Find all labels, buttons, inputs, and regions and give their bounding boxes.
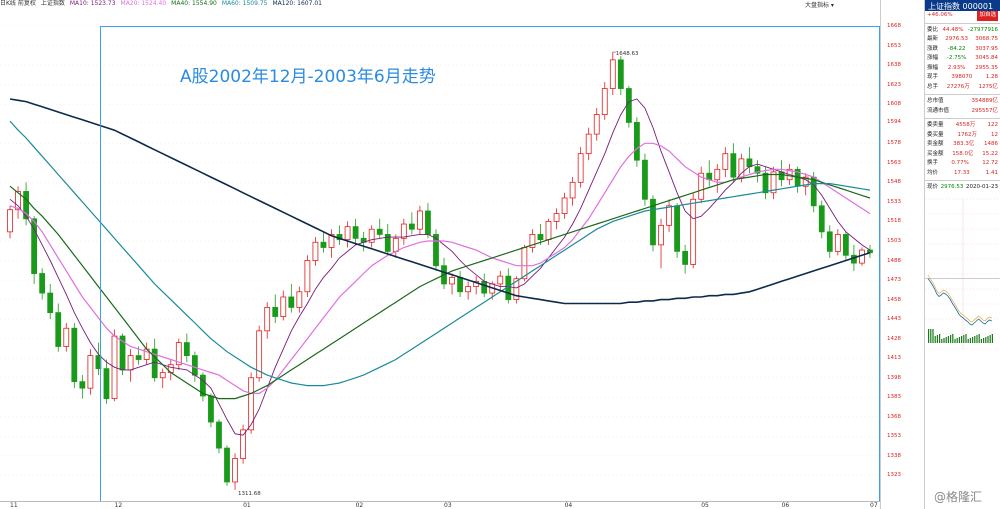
indicator-toolbar[interactable]: 大盘指标 ▾ [805, 0, 885, 9]
mini-price: 2976.53 [940, 184, 964, 190]
price-tick: 1473 [887, 277, 901, 284]
price-tick: 1323 [887, 472, 901, 479]
quote-row: 涨幅 -2.75% 3045.84 [927, 55, 998, 61]
candle[interactable] [39, 268, 46, 300]
quote-row: 流通市值 295557亿 [927, 107, 998, 114]
date-tick: 02 [355, 502, 364, 509]
candle[interactable] [55, 303, 62, 352]
candle[interactable] [79, 375, 86, 399]
price-tick: 1638 [887, 62, 901, 69]
panel-title: 上证指数 000001 [925, 0, 1000, 11]
date-tick: 01 [243, 502, 251, 509]
price-tick: 1653 [887, 42, 901, 49]
price-tick: 1368 [887, 413, 901, 420]
legend-item: MA10: 1523.73 [69, 0, 116, 7]
price-tick: 1458 [887, 296, 901, 303]
candle[interactable] [63, 323, 70, 352]
intraday-price-line [927, 277, 992, 325]
legend-item: MA40: 1554.90 [171, 0, 217, 7]
date-tick: 11 [10, 502, 18, 509]
price-tick: 1563 [887, 159, 901, 166]
quote-row: 总市值 354889亿 [927, 98, 998, 104]
date-tick: 03 [444, 502, 452, 509]
price-tick: 1428 [887, 335, 901, 342]
price-axis: 1668 1653 1638 1623 1608 1594 1578 1563 1548 1533… [880, 0, 924, 509]
quote-row: 最新 2976.53 3068.75 [927, 36, 998, 42]
price-tick: 1594 [887, 119, 901, 126]
candle[interactable] [47, 283, 54, 320]
quote-row: 换手 0.77% 12.72 [927, 160, 998, 166]
price-tick: 1608 [887, 101, 901, 108]
price-tick: 1443 [887, 316, 901, 323]
quote-row: 卖金额 383.3亿 1486 [927, 141, 998, 147]
candle[interactable] [7, 205, 13, 239]
legend-item: MA120: 1607.01 [272, 0, 322, 7]
price-tick: 1503 [887, 237, 901, 244]
quote-panel: 上证指数 000001 +46.06% 加自选 委比 44.48% -27977916… [924, 0, 1000, 509]
quote-row: 委卖量 4558万 122 [927, 122, 998, 128]
price-tick: 1413 [887, 355, 901, 362]
quote-row: 委比 44.48% -27977916 [927, 26, 998, 33]
candle[interactable] [71, 323, 78, 389]
date-tick: 05 [701, 502, 709, 509]
price-tick: 1338 [887, 452, 901, 459]
highlight-frame [100, 26, 880, 502]
price-tick: 1668 [887, 23, 901, 29]
panel-subtitle: +46.06% [927, 12, 953, 18]
quote-row: 涨跌 -84.22 3037.95 [927, 45, 998, 52]
price-tick: 1398 [887, 374, 901, 381]
add-watch-button[interactable]: 加自选 [977, 11, 998, 21]
date-tick: 04 [564, 502, 573, 509]
price-tick: 1548 [887, 179, 901, 186]
quote-row: 振幅 2.93% 2955.35 [927, 64, 998, 71]
price-tick: 1578 [887, 140, 901, 147]
price-tick: 1383 [887, 394, 901, 401]
price-tick: 1533 [887, 198, 901, 205]
quote-row: 现手 398070 1.28 [927, 74, 998, 80]
price-tick: 1623 [887, 81, 901, 88]
legend-item: MA60: 1509.75 [221, 0, 268, 7]
legend-item: 日K线 前复权 [0, 0, 36, 7]
mini-date: 2020-01-23 [966, 184, 998, 190]
date-axis: 11 12 01 02 03 04 05 06 07 [0, 501, 880, 509]
intraday-mini-chart[interactable] [925, 193, 1000, 363]
kline-app: 日K线 前复权 上证指数 MA10: 1523.73 MA20: 1524.40 MA4… [0, 0, 1000, 509]
legend-item: 上证指数 [40, 0, 65, 7]
mini-label: 现价 [927, 184, 939, 190]
date-tick: 06 [781, 502, 790, 509]
quote-row: 买金额 158.0亿 15.22 [927, 150, 998, 157]
price-tick: 1488 [887, 257, 901, 264]
legend-item: MA20: 1524.40 [120, 0, 167, 7]
price-tick: 1518 [887, 218, 901, 225]
quote-row: 委买量 1762万 12 [927, 131, 998, 138]
price-tick: 1353 [887, 433, 901, 440]
candle[interactable] [87, 349, 94, 395]
period-annotation: A股2002年12月-2003年6月走势 [180, 67, 436, 87]
quote-row: 均价 17.33 1.41 [927, 169, 998, 176]
ma-legend-bar: 日K线 前复权 上证指数 MA10: 1523.73 MA20: 1524.40 MA4… [0, 0, 880, 8]
watermark: @格隆汇 [934, 490, 983, 504]
quote-row: 总手 27276万 1275亿 [927, 83, 998, 90]
date-tick: 12 [114, 502, 123, 509]
date-tick: 07 [870, 502, 878, 509]
